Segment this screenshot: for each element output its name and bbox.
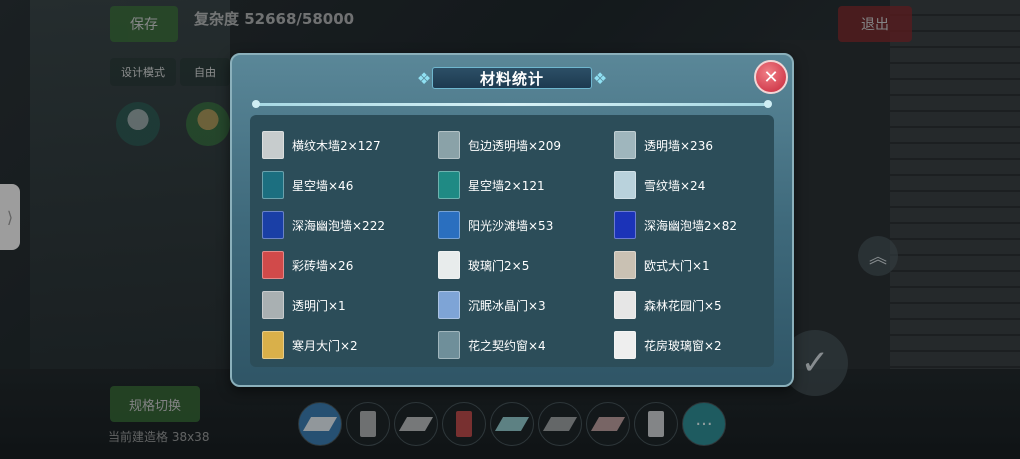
material-icon [262,211,284,239]
material-icon [614,211,636,239]
material-label: 雪纹墙×24 [644,178,706,193]
material-icon [262,131,284,159]
title-divider [252,100,772,108]
material-label: 阳光沙滩墙×53 [468,218,554,233]
material-icon [438,131,460,159]
material-item: 包边透明墙×209 [438,125,614,165]
material-item: 透明门×1 [262,285,438,325]
materials-panel: 横纹木墙2×127 包边透明墙×209 透明墙×236 星空墙×46 星空墙2×121 雪… [250,115,774,367]
material-item: 阳光沙滩墙×53 [438,205,614,245]
material-icon [262,251,284,279]
material-icon [262,291,284,319]
material-label: 深海幽泡墙2×82 [644,218,737,233]
material-label: 透明墙×236 [644,138,713,153]
material-icon [614,171,636,199]
material-label: 横纹木墙2×127 [292,138,381,153]
material-item: 花房玻璃窗×2 [614,325,774,365]
material-icon [614,131,636,159]
material-item: 深海幽泡墙×222 [262,205,438,245]
ornament-icon: ❖ [592,68,608,88]
material-item: 彩砖墙×26 [262,245,438,285]
material-label: 透明门×1 [292,298,346,313]
material-item: 透明墙×236 [614,125,774,165]
material-item: 寒月大门×2 [262,325,438,365]
material-item: 横纹木墙2×127 [262,125,438,165]
material-icon [438,251,460,279]
material-item: 沉眠冰晶门×3 [438,285,614,325]
material-item: 花之契约窗×4 [438,325,614,365]
material-item: 玻璃门2×5 [438,245,614,285]
material-label: 花之契约窗×4 [468,338,546,353]
dialog-title-plate: ❖ 材料统计 ❖ [412,65,612,91]
material-icon [438,331,460,359]
material-item: 欧式大门×1 [614,245,774,285]
material-item: 星空墙2×121 [438,165,614,205]
material-label: 欧式大门×1 [644,258,710,273]
material-icon [614,331,636,359]
ornament-icon: ❖ [416,68,432,88]
material-icon [262,171,284,199]
material-label: 星空墙2×121 [468,178,545,193]
material-icon [438,171,460,199]
material-label: 寒月大门×2 [292,338,358,353]
material-item: 星空墙×46 [262,165,438,205]
material-label: 花房玻璃窗×2 [644,338,722,353]
material-label: 沉眠冰晶门×3 [468,298,546,313]
dialog-title: 材料统计 [479,69,544,88]
close-icon: ✕ [763,66,779,88]
material-label: 彩砖墙×26 [292,258,354,273]
material-label: 玻璃门2×5 [468,258,530,273]
close-button[interactable]: ✕ [754,60,788,94]
material-label: 星空墙×46 [292,178,354,193]
materials-grid: 横纹木墙2×127 包边透明墙×209 透明墙×236 星空墙×46 星空墙2×121 雪… [262,125,774,365]
material-item: 雪纹墙×24 [614,165,774,205]
material-label: 森林花园门×5 [644,298,722,313]
material-icon [614,251,636,279]
material-stats-dialog: ❖ 材料统计 ❖ ✕ 横纹木墙2×127 包边透明墙×209 透明墙×236 星空墙×… [230,53,794,387]
material-icon [438,291,460,319]
material-item: 森林花园门×5 [614,285,774,325]
material-icon [614,291,636,319]
material-icon [262,331,284,359]
material-label: 包边透明墙×209 [468,138,561,153]
material-label: 深海幽泡墙×222 [292,218,385,233]
material-item: 深海幽泡墙2×82 [614,205,774,245]
material-icon [438,211,460,239]
